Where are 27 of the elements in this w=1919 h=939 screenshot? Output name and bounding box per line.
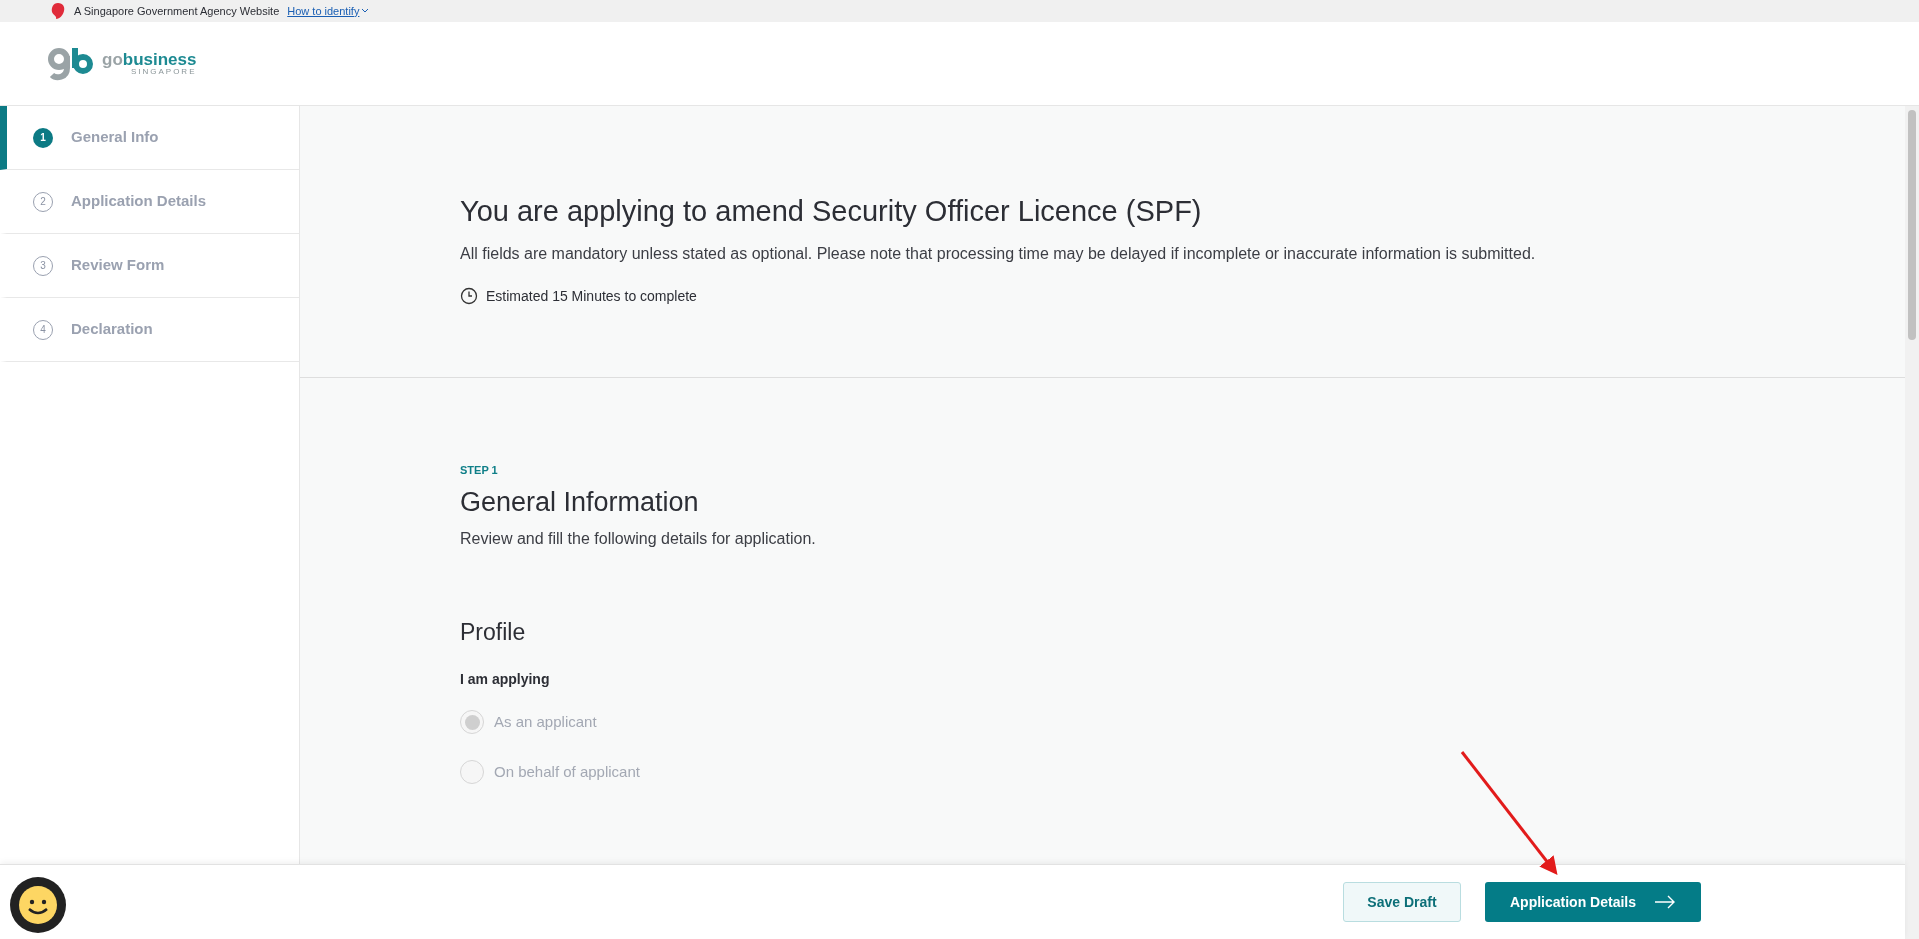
chevron-down-icon — [361, 8, 370, 14]
logo-go-text: go — [102, 50, 123, 69]
step-label-text: Declaration — [71, 319, 153, 340]
question-label: I am applying — [460, 670, 551, 689]
step-label-text: Application Details — [71, 191, 207, 212]
next-step-button[interactable]: Application Details — [1485, 882, 1701, 922]
how-to-identify-link[interactable]: How to identify — [287, 2, 370, 20]
estimate-text: Estimated 15 Minutes to complete — [486, 286, 697, 306]
logo-mark-icon — [48, 45, 94, 82]
gobusiness-logo[interactable]: gobusiness SINGAPORE — [48, 45, 197, 82]
lion-head-icon — [50, 2, 66, 20]
step-label-text: General Info — [71, 127, 159, 148]
logo-business-text: business — [122, 50, 197, 69]
banner-text: A Singapore Government Agency Website — [74, 3, 280, 19]
step-label: STEP 1 — [460, 462, 499, 478]
step-label-text: Review Form — [71, 255, 165, 276]
clock-icon — [460, 287, 478, 305]
profile-heading: Profile — [460, 617, 527, 647]
save-draft-button[interactable]: Save Draft — [1343, 882, 1461, 922]
section-heading: General Information — [460, 486, 700, 519]
scrollbar-thumb[interactable] — [1908, 110, 1916, 340]
description-text: All fields are mandatory unless stated as optional. Please note that processing time may be delayed if incomplete or inaccurate information is submitted. — [460, 243, 1537, 264]
step-number: 1 — [33, 127, 53, 148]
page-title: You are applying to amend Security Officer Licence (SPF) — [460, 194, 1203, 229]
logo-country-text: SINGAPORE — [130, 68, 197, 76]
section-subheading: Review and fill the following details for application. — [460, 528, 817, 549]
arrow-right-icon — [1654, 895, 1676, 909]
